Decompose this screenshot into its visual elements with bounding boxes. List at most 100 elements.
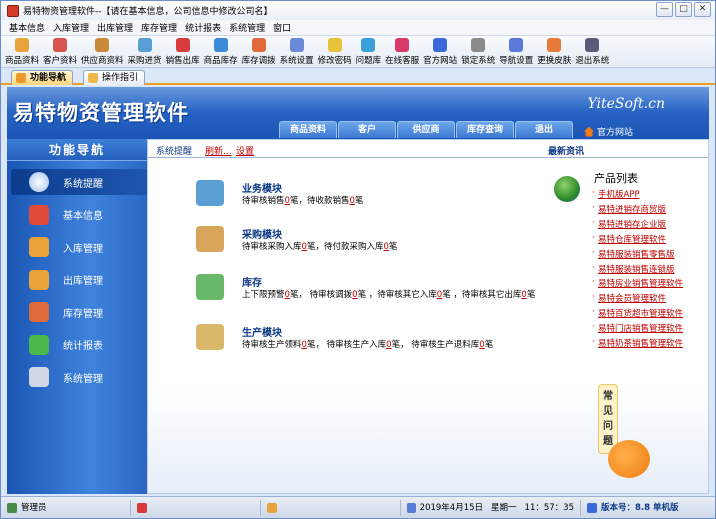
- menu-bar: 基本信息 入库管理 出库管理 库存管理 统计报表 系统管理 窗口: [1, 20, 715, 36]
- desc-text: 笔，待付款采购入库: [306, 242, 384, 252]
- toolbar-button-10[interactable]: 在线客服: [385, 36, 419, 66]
- sidebar-item-label: 基本信息: [63, 211, 103, 222]
- tab-function-nav[interactable]: 功能导航: [11, 70, 74, 85]
- product-link[interactable]: 易特服装销售连锁版: [592, 263, 674, 275]
- toolbar-button-4[interactable]: 销售出库: [166, 36, 200, 66]
- module-title[interactable]: 业务模块: [242, 180, 282, 195]
- toolbar-button-6[interactable]: 库存调拨: [242, 36, 276, 66]
- sidebar-item-5[interactable]: 统计报表: [11, 332, 147, 358]
- settings-link[interactable]: 设置: [236, 144, 254, 157]
- banner-nav-customers[interactable]: 客户: [338, 121, 396, 138]
- module-desc: 上下限预警0笔， 待审核调拨0笔 ，待审核其它入库0笔 ，待审核其它出库0笔: [242, 288, 535, 300]
- menu-reports[interactable]: 统计报表: [181, 21, 225, 34]
- refresh-link[interactable]: 刷新...: [205, 144, 232, 157]
- product-link[interactable]: 易特仓库管理软件: [592, 233, 666, 245]
- toolbar-button-1[interactable]: 客户资料: [43, 36, 77, 66]
- product-link[interactable]: 易特服装销售零售版: [592, 248, 674, 260]
- toolbar-button-13[interactable]: 导航设置: [499, 36, 533, 66]
- globe-download-icon: [554, 176, 580, 202]
- menu-inbound[interactable]: 入库管理: [49, 21, 93, 34]
- toolbar-button-14[interactable]: 更换皮肤: [537, 36, 571, 66]
- info-icon: [587, 502, 597, 513]
- banner-nav-exit[interactable]: 退出: [515, 121, 573, 138]
- status-version: 版本号：8.8 单机版: [581, 500, 685, 516]
- product-link[interactable]: 易特百货超市管理软件: [592, 307, 683, 319]
- toolbar-label: 系统设置: [279, 56, 314, 66]
- sidebar-item-3[interactable]: 出库管理: [11, 267, 147, 293]
- toolbar-button-5[interactable]: 商品库存: [204, 36, 238, 66]
- tab-operation-guide[interactable]: 操作指引: [83, 70, 146, 85]
- toolbar-button-9[interactable]: 问题库: [356, 36, 381, 66]
- sidebar-item-0[interactable]: 系统提醒: [11, 169, 147, 195]
- toolbar-button-3[interactable]: 采购进货: [128, 36, 162, 66]
- menu-window[interactable]: 窗口: [269, 21, 295, 34]
- product-link[interactable]: 易特门店销售管理软件: [592, 322, 683, 334]
- module-title[interactable]: 库存: [242, 274, 262, 289]
- version-text: 版本号：8.8 单机版: [601, 502, 679, 513]
- sidebar-item-label: 系统管理: [63, 373, 103, 385]
- product-link[interactable]: 易特会员管理软件: [592, 292, 666, 304]
- toolbar-icon: [433, 38, 448, 52]
- sidebar-item-6[interactable]: 系统管理: [11, 364, 147, 390]
- toolbar-button-2[interactable]: 供应商资料: [81, 36, 124, 66]
- main-header: 系统提醒 刷新... 设置 最新资讯: [148, 140, 708, 158]
- sidebar-item-2[interactable]: 入库管理: [11, 234, 147, 260]
- status-cell-3: [261, 499, 401, 516]
- toolbar-label: 采购进货: [127, 56, 162, 66]
- product-link[interactable]: 易特房业销售管理软件: [592, 277, 683, 289]
- maximize-button[interactable]: □: [675, 2, 692, 17]
- toolbar-label: 商品资料: [5, 56, 40, 66]
- close-button[interactable]: ✕: [694, 2, 711, 17]
- toolbar-label: 销售出库: [165, 56, 200, 66]
- desc-text: 笔: [354, 196, 364, 206]
- product-link[interactable]: 易特进销存商贸版: [592, 203, 666, 215]
- home-icon: [583, 126, 594, 137]
- toolbar-button-11[interactable]: 官方网站: [423, 36, 457, 66]
- status-weekday: 星期一: [491, 502, 517, 513]
- menu-outbound[interactable]: 出库管理: [93, 21, 137, 34]
- sidebar-item-4[interactable]: 库存管理: [11, 299, 147, 325]
- nav-icon: [16, 73, 26, 83]
- toolbar-button-8[interactable]: 修改密码: [318, 36, 352, 66]
- faq-char: 常: [603, 391, 613, 402]
- sidebar-item-1[interactable]: 基本信息: [11, 202, 147, 228]
- toolbar-label: 客户资料: [43, 56, 78, 66]
- banner-nav: 商品资料 客户 供应商 库存查询 退出: [279, 121, 573, 138]
- toolbar-button-0[interactable]: 商品资料: [5, 36, 39, 66]
- sidebar-item-label: 库存管理: [63, 308, 103, 320]
- desc-text: 笔: [526, 290, 536, 300]
- toolbar-button-7[interactable]: 系统设置: [280, 36, 314, 66]
- mascot-icon[interactable]: [608, 440, 650, 478]
- desc-text: 上下限预警: [242, 290, 285, 300]
- toolbar-icon: [251, 38, 266, 52]
- toolbar: 商品资料 客户资料 供应商资料 采购进货 销售出库 商品库存 库存调拨 系统设置 修改密码 问题库…: [1, 36, 715, 68]
- status-bar: 管理员 2019年4月15日 星期一 11：57：35 版本号：8.8 单机版: [1, 496, 715, 518]
- module-title[interactable]: 生产模块: [242, 324, 282, 339]
- official-site-link[interactable]: 官方网站: [583, 125, 633, 138]
- tool-icon: [267, 502, 277, 513]
- user-name: 管理员: [21, 502, 47, 513]
- toolbar-button-12[interactable]: 锁定系统: [461, 36, 495, 66]
- banner-nav-suppliers[interactable]: 供应商: [397, 121, 455, 138]
- toolbar-icon: [395, 38, 410, 52]
- menu-inventory[interactable]: 库存管理: [137, 21, 181, 34]
- banner-nav-products[interactable]: 商品资料: [279, 121, 337, 138]
- banner-nav-stock-query[interactable]: 库存查询: [456, 121, 514, 138]
- product-link[interactable]: 易特奶茶销售管理软件: [592, 337, 683, 349]
- module-title[interactable]: 采购模块: [242, 226, 282, 241]
- toolbar-label: 导航设置: [499, 56, 534, 66]
- toolbar-label: 退出系统: [575, 56, 610, 66]
- menu-system[interactable]: 系统管理: [225, 21, 269, 34]
- menu-basic-info[interactable]: 基本信息: [5, 21, 49, 34]
- minimize-button[interactable]: —: [656, 2, 673, 17]
- module-desc: 待审核生产领料0笔， 待审核生产入库0笔， 待审核生产退料库0笔: [242, 338, 493, 350]
- desc-text: 笔 ，待审核其它出库: [442, 290, 522, 300]
- product-link[interactable]: 易特进销存企业版: [592, 218, 666, 230]
- toolbar-button-15[interactable]: 退出系统: [575, 36, 609, 66]
- toolbar-icon: [95, 38, 110, 52]
- module-icon: [196, 180, 224, 206]
- product-link[interactable]: 手机版APP: [592, 188, 640, 200]
- toolbar-label: 库存调拨: [241, 56, 276, 66]
- sidebar-icon: [29, 334, 49, 355]
- status-date: 2019年4月15日: [419, 502, 484, 513]
